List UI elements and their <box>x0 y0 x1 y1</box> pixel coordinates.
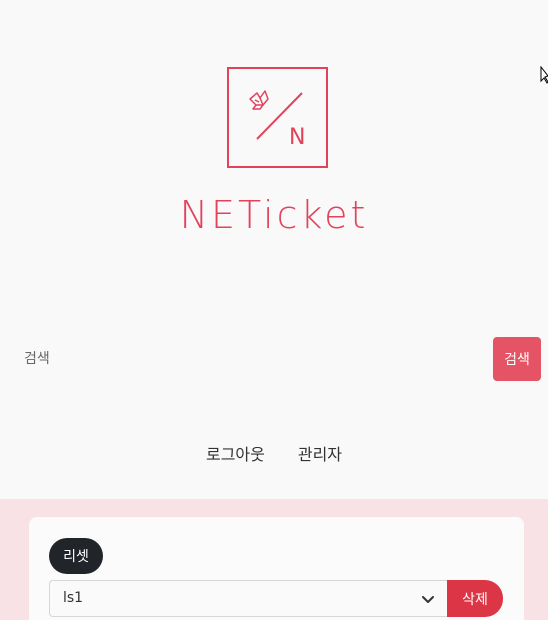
brand-logo-icon <box>249 90 303 140</box>
delete-button[interactable]: 삭제 <box>447 580 503 617</box>
logo-letter: N <box>289 125 306 150</box>
preset-select-value: ls1 <box>63 590 84 606</box>
admin-link[interactable]: 관리자 <box>298 441 342 465</box>
logo: N <box>227 67 328 168</box>
chevron-down-icon <box>422 596 434 603</box>
preset-select[interactable]: ls1 <box>49 580 447 617</box>
top-nav: 로그아웃 관리자 <box>0 441 548 465</box>
search-input[interactable] <box>14 338 484 380</box>
reset-button[interactable]: 리셋 <box>49 538 103 574</box>
logout-link[interactable]: 로그아웃 <box>206 441 265 465</box>
mouse-cursor-icon <box>540 66 548 84</box>
brand-name: NETicket <box>179 193 369 237</box>
search-button[interactable]: 검색 <box>493 337 541 381</box>
